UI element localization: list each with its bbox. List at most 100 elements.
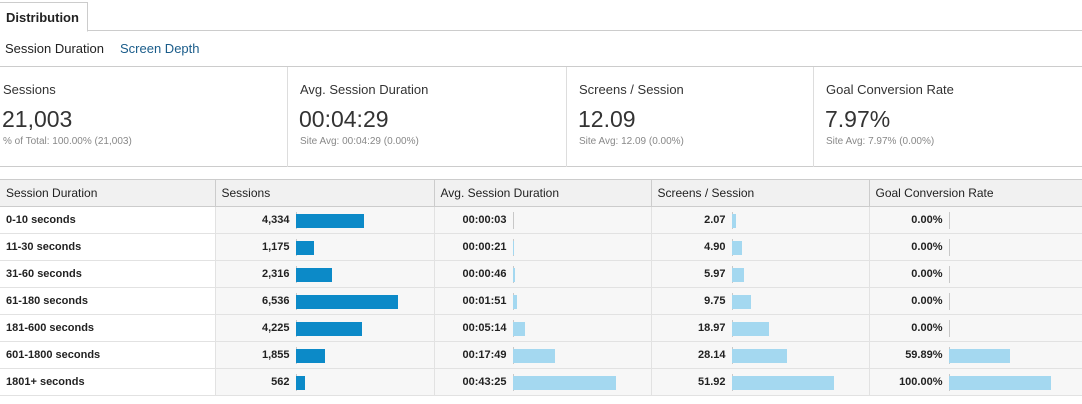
column-header-avg-session-duration[interactable]: Avg. Session Duration xyxy=(434,179,652,207)
bar-baseline xyxy=(512,212,514,229)
cell-value-avg-session-duration: 00:05:14 xyxy=(462,322,507,334)
cell-avg-session-duration: 00:43:25 xyxy=(434,368,652,396)
cell-value-sessions: 4,225 xyxy=(261,322,290,334)
table-header-row: Session Duration Sessions Avg. Session D… xyxy=(0,179,1082,207)
scorecard-subtext: Site Avg: 00:04:29 (0.00%) xyxy=(300,136,419,147)
cell-value-screens-per-session: 51.92 xyxy=(697,376,726,388)
bar-baseline xyxy=(948,293,950,310)
cell-value-screens-per-session: 18.97 xyxy=(697,322,726,334)
distribution-table: Session Duration Sessions Avg. Session D… xyxy=(0,179,1082,396)
scorecard-screens-per-session: Screens / Session 12.09 Site Avg: 12.09 … xyxy=(566,67,813,167)
cell-value-avg-session-duration: 00:00:46 xyxy=(462,268,507,280)
bar-baseline xyxy=(948,212,950,229)
cell-avg-session-duration: 00:00:03 xyxy=(434,206,652,234)
distribution-table-wrap: Session Duration Sessions Avg. Session D… xyxy=(0,179,1082,396)
bar-goal-conversion-rate xyxy=(948,376,1051,390)
cell-value-sessions: 1,175 xyxy=(261,241,290,253)
column-header-session-duration[interactable]: Session Duration xyxy=(0,179,216,207)
cell-sessions: 562 xyxy=(215,368,435,396)
bar-screens-per-session xyxy=(731,349,787,363)
cell-value-sessions: 6,536 xyxy=(261,295,290,307)
table-row[interactable]: 601-1800 seconds 1,855 00:17:49 28.14 59.89% xyxy=(0,341,1082,369)
cell-value-goal-conversion-rate: 0.00% xyxy=(911,241,943,253)
cell-value-goal-conversion-rate: 0.00% xyxy=(911,214,943,226)
bar-avg-session-duration xyxy=(512,295,517,309)
bar-screens-per-session xyxy=(731,214,736,228)
cell-screens-per-session: 51.92 xyxy=(651,368,870,396)
scorecard-subtext: % of Total: 100.00% (21,003) xyxy=(3,136,132,147)
cell-value-sessions: 2,316 xyxy=(261,268,290,280)
cell-goal-conversion-rate: 0.00% xyxy=(869,287,1082,315)
bar-screens-per-session xyxy=(731,376,834,390)
cell-value-goal-conversion-rate: 100.00% xyxy=(899,376,943,388)
cell-value-screens-per-session: 4.90 xyxy=(704,241,726,253)
cell-goal-conversion-rate: 0.00% xyxy=(869,206,1082,234)
cell-screens-per-session: 18.97 xyxy=(651,314,870,342)
cell-value-screens-per-session: 5.97 xyxy=(704,268,726,280)
sub-navigation: Session Duration Screen Depth xyxy=(0,31,1082,67)
table-body: 0-10 seconds 4,334 00:00:03 2.07 0.00% 11-30 … xyxy=(0,206,1082,396)
cell-screens-per-session: 4.90 xyxy=(651,233,870,261)
column-header-screens-per-session[interactable]: Screens / Session xyxy=(651,179,870,207)
bar-screens-per-session xyxy=(731,295,751,309)
bar-sessions xyxy=(295,349,325,363)
table-row[interactable]: 31-60 seconds 2,316 00:00:46 5.97 0.00% xyxy=(0,260,1082,288)
table-row[interactable]: 0-10 seconds 4,334 00:00:03 2.07 0.00% xyxy=(0,206,1082,234)
scorecard-title: Avg. Session Duration xyxy=(300,82,429,97)
cell-screens-per-session: 9.75 xyxy=(651,287,870,315)
scorecard-row: Sessions 21,003 % of Total: 100.00% (21,… xyxy=(0,67,1082,167)
cell-goal-conversion-rate: 59.89% xyxy=(869,341,1082,369)
scorecard-value: 12.09 xyxy=(578,106,636,132)
row-label-session-duration: 11-30 seconds xyxy=(0,233,216,261)
scorecard-sessions: Sessions 21,003 % of Total: 100.00% (21,… xyxy=(0,67,287,167)
cell-value-goal-conversion-rate: 0.00% xyxy=(911,268,943,280)
cell-value-screens-per-session: 9.75 xyxy=(704,295,726,307)
bar-screens-per-session xyxy=(731,241,742,255)
scorecard-title: Sessions xyxy=(3,82,56,97)
bar-avg-session-duration xyxy=(512,349,555,363)
cell-sessions: 2,316 xyxy=(215,260,435,288)
scorecard-value: 7.97% xyxy=(825,106,891,132)
cell-avg-session-duration: 00:00:21 xyxy=(434,233,652,261)
bar-sessions xyxy=(295,376,305,390)
table-row[interactable]: 1801+ seconds 562 00:43:25 51.92 100.00% xyxy=(0,368,1082,396)
cell-avg-session-duration: 00:00:46 xyxy=(434,260,652,288)
bar-avg-session-duration xyxy=(512,376,616,390)
row-label-session-duration: 0-10 seconds xyxy=(0,206,216,234)
table-row[interactable]: 11-30 seconds 1,175 00:00:21 4.90 0.00% xyxy=(0,233,1082,261)
cell-value-sessions: 1,855 xyxy=(261,349,290,361)
tab-distribution[interactable]: Distribution xyxy=(0,2,88,32)
column-header-sessions[interactable]: Sessions xyxy=(215,179,435,207)
bar-baseline xyxy=(948,239,950,256)
cell-avg-session-duration: 00:01:51 xyxy=(434,287,652,315)
bar-avg-session-duration xyxy=(512,322,525,336)
scorecard-avg-session-duration: Avg. Session Duration 00:04:29 Site Avg:… xyxy=(287,67,566,167)
cell-value-goal-conversion-rate: 59.89% xyxy=(905,349,943,361)
cell-value-sessions: 4,334 xyxy=(261,214,290,226)
cell-avg-session-duration: 00:17:49 xyxy=(434,341,652,369)
cell-value-avg-session-duration: 00:00:03 xyxy=(462,214,507,226)
bar-baseline xyxy=(948,320,950,337)
bar-sessions xyxy=(295,241,314,255)
column-header-goal-conversion-rate[interactable]: Goal Conversion Rate xyxy=(869,179,1082,207)
row-label-session-duration: 1801+ seconds xyxy=(0,368,216,396)
cell-sessions: 1,855 xyxy=(215,341,435,369)
scorecard-value: 21,003 xyxy=(2,106,73,132)
cell-value-screens-per-session: 28.14 xyxy=(697,349,726,361)
cell-value-screens-per-session: 2.07 xyxy=(704,214,726,226)
bar-sessions xyxy=(295,214,364,228)
cell-sessions: 6,536 xyxy=(215,287,435,315)
cell-goal-conversion-rate: 100.00% xyxy=(869,368,1082,396)
cell-sessions: 4,225 xyxy=(215,314,435,342)
cell-value-goal-conversion-rate: 0.00% xyxy=(911,295,943,307)
scorecard-title: Goal Conversion Rate xyxy=(826,82,954,97)
bar-avg-session-duration xyxy=(512,268,515,282)
row-label-session-duration: 181-600 seconds xyxy=(0,314,216,342)
table-row[interactable]: 181-600 seconds 4,225 00:05:14 18.97 0.00% xyxy=(0,314,1082,342)
subnav-screen-depth-link[interactable]: Screen Depth xyxy=(120,41,200,56)
table-row[interactable]: 61-180 seconds 6,536 00:01:51 9.75 0.00% xyxy=(0,287,1082,315)
scorecard-subtext: Site Avg: 12.09 (0.00%) xyxy=(579,136,684,147)
tab-bar: Distribution xyxy=(0,0,1082,32)
cell-sessions: 4,334 xyxy=(215,206,435,234)
cell-value-goal-conversion-rate: 0.00% xyxy=(911,322,943,334)
